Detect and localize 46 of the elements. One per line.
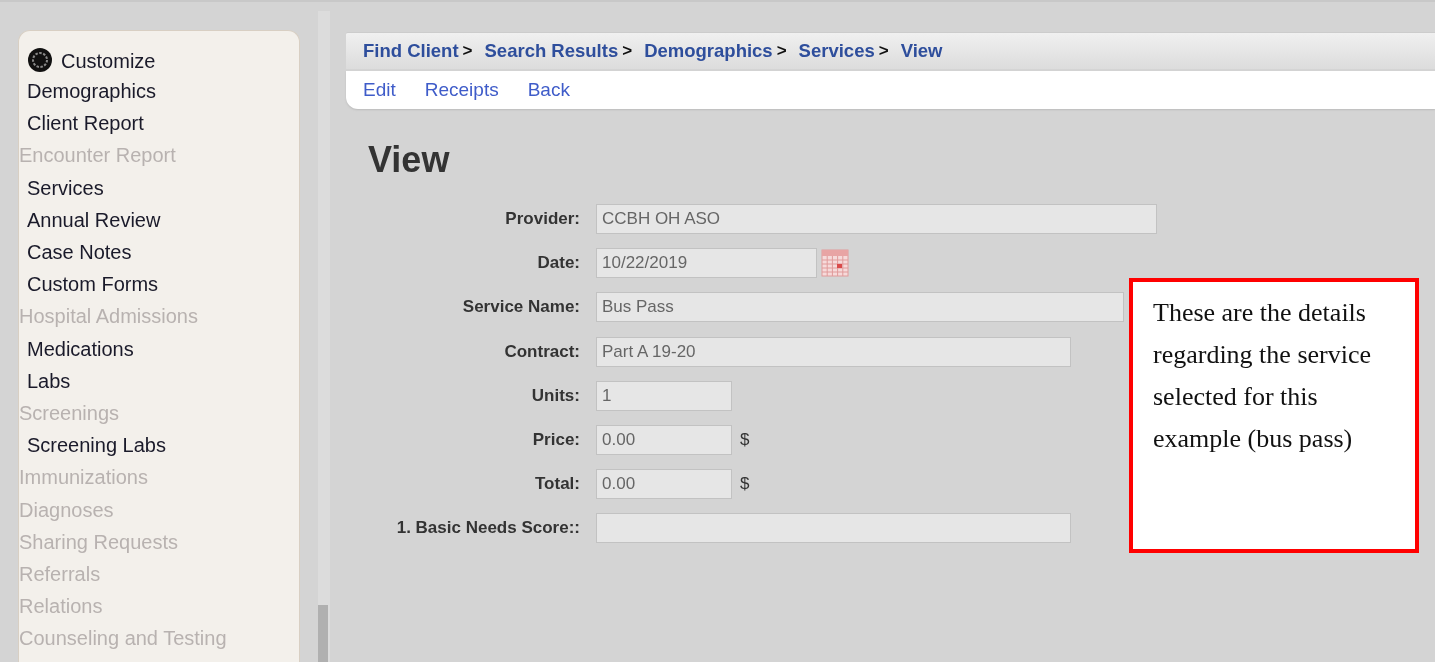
sidebar-item[interactable]: Annual Review — [19, 203, 299, 236]
action-link[interactable]: Receipts — [424, 79, 499, 101]
action-link[interactable]: Back — [527, 79, 570, 101]
field-label: Date: — [536, 253, 581, 274]
breadcrumb-link[interactable]: Search Results — [484, 40, 619, 62]
breadcrumb-link[interactable]: Services — [798, 40, 875, 62]
input-field[interactable]: 0.00 — [596, 425, 732, 456]
currency-symbol: $ — [740, 430, 750, 451]
field-label: Total: — [534, 474, 581, 495]
scrollbar-thumb[interactable] — [318, 605, 328, 662]
breadcrumb-link[interactable]: Find Client — [363, 40, 459, 62]
settings-icon[interactable] — [27, 47, 53, 73]
currency-symbol: $ — [740, 474, 750, 495]
field-label: Service Name: — [461, 297, 581, 318]
input-field[interactable]: Bus Pass — [596, 292, 1124, 323]
scrollbar[interactable] — [318, 11, 330, 662]
sidebar-item[interactable]: Custom Forms — [19, 268, 299, 301]
input-field[interactable]: 10/22/2019 — [596, 248, 817, 279]
field-label: Provider: — [504, 209, 581, 230]
sidebar-item[interactable]: Client Report — [19, 107, 299, 140]
input-field[interactable]: Part A 19-20 — [596, 336, 1071, 367]
breadcrumb-link[interactable]: View — [900, 40, 943, 62]
customize-link[interactable]: Customize — [61, 50, 156, 73]
action-link[interactable]: Edit — [363, 79, 396, 101]
annotation-callout: These are the details regarding the service selected for this example (bus pass) — [1129, 278, 1419, 553]
input-field[interactable]: CCBH OH ASO — [596, 204, 1157, 235]
input-field[interactable]: 0.00 — [596, 469, 732, 500]
field-label: Price: — [531, 430, 581, 451]
sidebar-item[interactable]: Case Notes — [19, 236, 299, 269]
sidebar-item[interactable]: Medications — [19, 332, 299, 365]
field-label: Units: — [530, 385, 581, 406]
breadcrumb-separator: > — [878, 41, 889, 61]
breadcrumb-separator: > — [462, 41, 473, 61]
sidebar-item[interactable]: Labs — [19, 364, 299, 398]
breadcrumb-separator: > — [776, 41, 787, 61]
sidebar-item[interactable]: Demographics — [19, 75, 299, 108]
field-label: 1. Basic Needs Score:: — [395, 518, 581, 539]
page-title: View — [368, 139, 451, 181]
breadcrumb-separator: > — [622, 41, 633, 61]
calendar-icon[interactable] — [821, 249, 849, 278]
field-label: Contract: — [503, 341, 581, 362]
input-field[interactable]: 1 — [596, 380, 732, 411]
input-field[interactable] — [596, 513, 1071, 544]
sidebar-item[interactable]: Services — [19, 171, 299, 204]
sidebar-item[interactable]: Screening Labs — [19, 429, 299, 462]
breadcrumb-link[interactable]: Demographics — [644, 40, 773, 62]
